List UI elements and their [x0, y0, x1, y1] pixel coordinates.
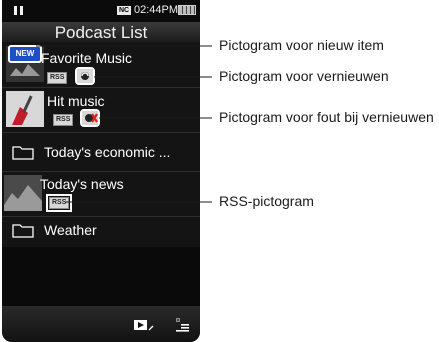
- battery-icon: [178, 5, 196, 15]
- folder-title: Weather: [44, 222, 97, 238]
- callout-rss: RSS-pictogram: [219, 193, 314, 209]
- podcast-title: Favorite Music: [41, 50, 133, 66]
- pause-icon: [14, 6, 24, 15]
- guitar-thumbnail-icon: [6, 91, 44, 127]
- rss-icon: RSS: [45, 194, 73, 212]
- callout-new-item: Pictogram voor nieuw item: [219, 37, 384, 53]
- device-screen: NC 02:44PM Podcast List NEW Favorite Mus…: [2, 0, 200, 342]
- callout-refresh-error: Pictogram voor fout bij vernieuwen: [219, 109, 434, 125]
- now-playing-icon[interactable]: [133, 318, 155, 332]
- callout-refresh: Pictogram voor vernieuwen: [219, 68, 389, 84]
- folder-icon: [12, 146, 34, 160]
- new-item-badge: NEW: [8, 45, 42, 63]
- options-menu-icon[interactable]: [174, 316, 190, 332]
- rss-icon: RSS: [53, 114, 74, 126]
- footer-bar: [2, 306, 200, 342]
- refresh-icon: [75, 67, 95, 85]
- page-title: Podcast List: [54, 23, 148, 42]
- status-bar: NC 02:44PM: [2, 0, 200, 22]
- podcast-list-header: Podcast List: [2, 22, 200, 42]
- podcast-item-todays-news[interactable]: Today's news RSS: [2, 172, 200, 217]
- podcast-title: Hit music: [47, 93, 105, 109]
- podcast-item-hit-music[interactable]: Hit music RSS: [2, 88, 200, 133]
- refresh-error-icon: [80, 109, 100, 127]
- rss-icon: RSS: [47, 72, 68, 84]
- podcast-item-favorite-music[interactable]: NEW Favorite Music RSS: [2, 42, 200, 88]
- status-time: 02:44PM: [134, 4, 179, 16]
- folder-item-todays-economic[interactable]: Today's economic ...: [2, 133, 200, 172]
- news-thumbnail-icon: [4, 175, 42, 211]
- folder-item-weather[interactable]: Weather: [2, 217, 200, 247]
- noise-cancel-icon: NC: [117, 6, 131, 15]
- folder-icon: [12, 224, 34, 238]
- podcast-title: Today's news: [40, 176, 124, 192]
- folder-title: Today's economic ...: [44, 144, 171, 160]
